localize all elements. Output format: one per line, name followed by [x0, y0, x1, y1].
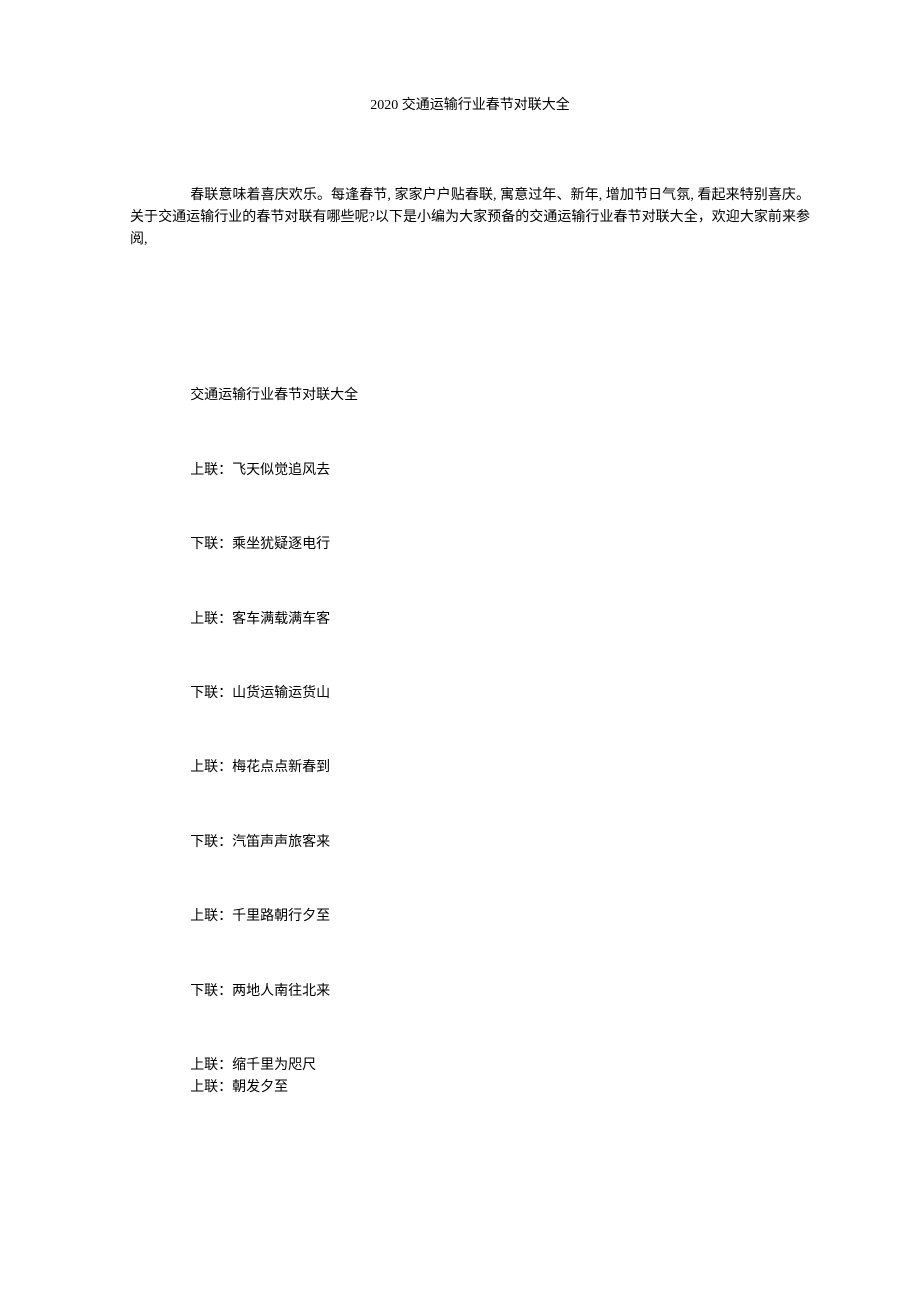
intro-paragraph: 春联意味着喜庆欢乐。每逢春节, 家家户户贴春联, 寓意过年、新年, 增加节日气氛…: [130, 185, 810, 250]
couplet-lower: 下联：两地人南往北来: [130, 981, 810, 1003]
couplet-upper: 上联：朝发夕至: [130, 1077, 810, 1099]
couplet-upper: 上联：客车满载满车客: [130, 609, 810, 631]
couplet-lower: 下联：汽笛声声旅客来: [130, 832, 810, 854]
document-title: 2020 交通运输行业春节对联大全: [130, 95, 810, 117]
couplet-upper: 上联：缩千里为咫尺: [130, 1055, 810, 1077]
couplet-upper: 上联：飞天似觉追风去: [130, 460, 810, 482]
couplet-upper: 上联：千里路朝行夕至: [130, 906, 810, 928]
couplet-upper: 上联：梅花点点新春到: [130, 757, 810, 779]
couplet-lower: 下联：乘坐犹疑逐电行: [130, 534, 810, 556]
couplet-lower: 下联：山货运输运货山: [130, 683, 810, 705]
section-header: 交通运输行业春节对联大全: [130, 385, 810, 407]
